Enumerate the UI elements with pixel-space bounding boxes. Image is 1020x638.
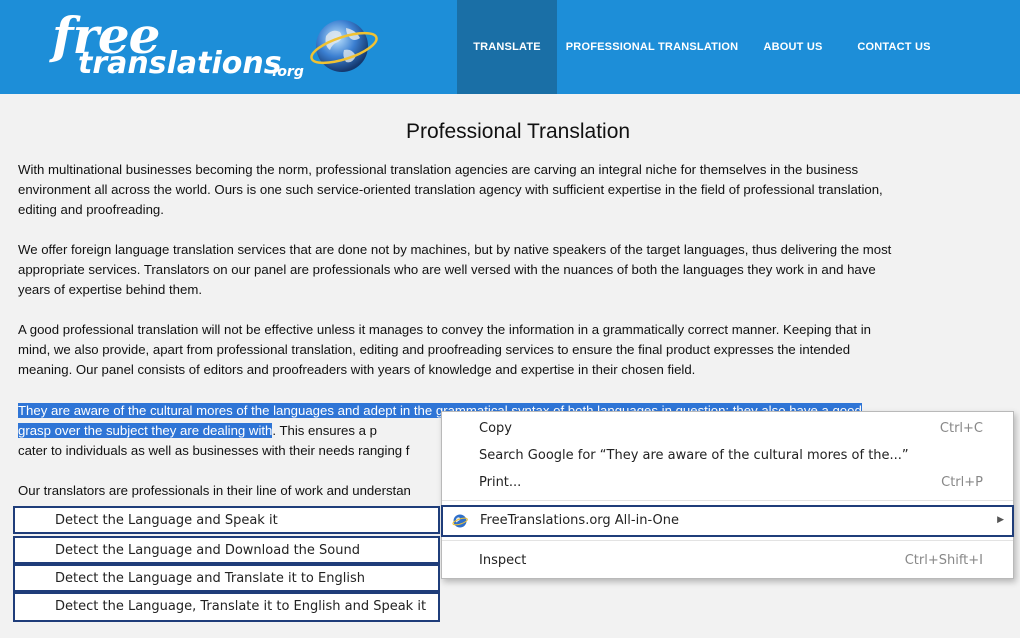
nav-professional-translation[interactable]: PROFESSIONAL TRANSLATION	[557, 0, 747, 94]
submenu-item-label: Detect the Language and Translate it to …	[55, 571, 365, 586]
context-print-label: Print...	[479, 475, 522, 490]
context-inspect-label: Inspect	[479, 553, 527, 568]
nav-translate-label: TRANSLATE	[473, 41, 541, 53]
submenu-detect-translate-speak[interactable]: Detect the Language, Translate it to Eng…	[13, 592, 440, 622]
logo-word-translations: translations	[78, 46, 282, 81]
paragraph-3: A good professional translation will not…	[18, 322, 872, 377]
context-search-label: Search Google for “They are aware of the…	[479, 448, 909, 463]
context-print-shortcut: Ctrl+P	[941, 475, 983, 490]
nav-professional-translation-label: PROFESSIONAL TRANSLATION	[565, 41, 739, 53]
context-extension-freetranslations[interactable]: FreeTranslations.org All-in-One ▶	[441, 505, 1014, 537]
page-title: Professional Translation	[405, 120, 631, 143]
nav-contact-us[interactable]: CONTACT US	[839, 0, 949, 94]
logo-suffix: .org	[272, 64, 304, 80]
context-copy-label: Copy	[479, 421, 512, 436]
submenu-detect-translate-english[interactable]: Detect the Language and Translate it to …	[13, 564, 440, 592]
submenu-arrow-icon: ▶	[997, 515, 1004, 525]
context-copy[interactable]: Copy Ctrl+C	[442, 417, 1013, 443]
submenu-detect-speak[interactable]: Detect the Language and Speak it	[13, 506, 440, 534]
nav-translate[interactable]: TRANSLATE	[457, 0, 557, 94]
extension-submenu: Detect the Language and Speak it Detect …	[13, 506, 440, 622]
main-nav: TRANSLATE PROFESSIONAL TRANSLATION ABOUT…	[457, 0, 949, 94]
nav-about-us-label: ABOUT US	[763, 41, 823, 53]
submenu-item-label: Detect the Language, Translate it to Eng…	[55, 599, 427, 614]
submenu-item-label: Detect the Language and Speak it	[55, 513, 278, 528]
submenu-detect-download-sound[interactable]: Detect the Language and Download the Sou…	[13, 536, 440, 564]
context-copy-shortcut: Ctrl+C	[939, 421, 983, 436]
context-print[interactable]: Print... Ctrl+P	[442, 471, 1013, 497]
context-separator	[442, 540, 1013, 541]
nav-contact-us-label: CONTACT US	[857, 41, 931, 53]
context-search-google[interactable]: Search Google for “They are aware of the…	[442, 444, 1013, 470]
context-separator	[442, 500, 1013, 501]
context-extension-label: FreeTranslations.org All-in-One	[480, 513, 679, 528]
context-inspect-shortcut: Ctrl+Shift+I	[904, 553, 983, 568]
globe-logo-icon	[310, 20, 378, 72]
context-menu: Copy Ctrl+C Search Google for “They are …	[441, 411, 1014, 579]
nav-about-us[interactable]: ABOUT US	[747, 0, 839, 94]
site-header: free translations .org TRANSLATE PROFESS…	[0, 0, 1020, 94]
paragraph-4-rest: . This ensures a p	[272, 423, 377, 438]
paragraph-1: With multinational businesses becoming t…	[18, 162, 883, 217]
submenu-item-label: Detect the Language and Download the Sou…	[55, 543, 360, 558]
globe-icon	[452, 514, 468, 528]
paragraph-2: We offer foreign language translation se…	[18, 242, 892, 297]
site-logo[interactable]: free translations .org	[40, 6, 400, 86]
context-inspect[interactable]: Inspect Ctrl+Shift+I	[442, 549, 1013, 575]
paragraph-4-line3: cater to individuals as well as business…	[18, 443, 410, 458]
